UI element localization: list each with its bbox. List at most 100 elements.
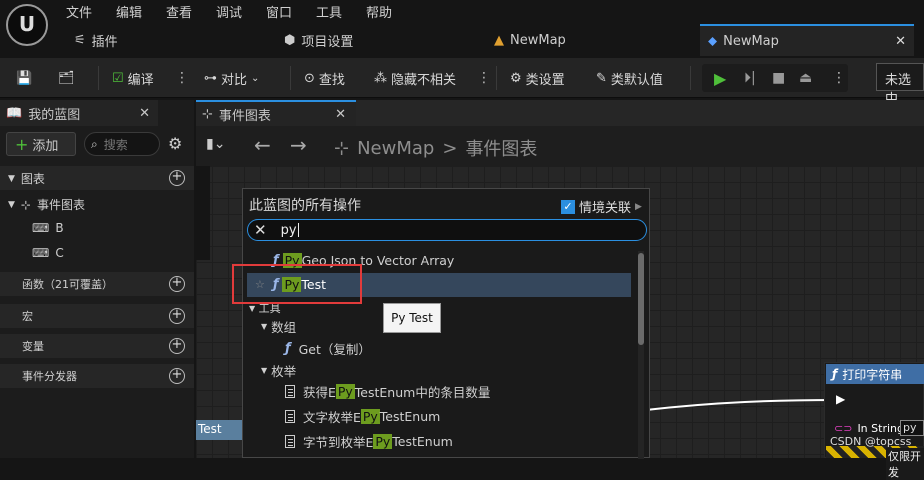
add-function-icon[interactable]: + [169, 276, 185, 292]
divider [290, 66, 291, 90]
category-array[interactable]: ▼ 数组 [261, 317, 296, 336]
close-icon[interactable]: ✕ [895, 34, 906, 49]
diff-button[interactable]: ⊶ 对比 ⌄ [204, 67, 259, 89]
plug-icon: ⚟ [74, 32, 86, 48]
debug-object-select[interactable]: 未选中 [876, 63, 924, 107]
browse-icon[interactable]: 🗂 [58, 67, 75, 89]
save-icon[interactable]: 💾 [16, 67, 32, 89]
menu-file[interactable]: 文件 [66, 2, 92, 21]
class-defaults-button[interactable]: ✎ 类默认值 [596, 67, 663, 89]
blueprint-toolbar: 💾 🗂 ☑ 编译 ⋮ ⊶ 对比 ⌄ ⊙ 查找 ⁂ 隐藏不相关 ⋮ ⚙ 类设置 ✎… [0, 58, 924, 98]
menu-debug[interactable]: 调试 [216, 2, 242, 21]
compile-button[interactable]: ☑ 编译 [112, 67, 154, 89]
my-blueprint-tab[interactable]: 📖 我的蓝图 ✕ [0, 100, 158, 126]
unreal-logo[interactable]: U [6, 4, 48, 46]
more-options-icon[interactable]: ⋮ [477, 67, 491, 89]
close-icon[interactable]: ✕ [139, 106, 150, 121]
chevron-down-icon: ⌄ [251, 72, 260, 84]
action-item-literal-enum[interactable]: 文字枚举E Py TestEnum [285, 407, 440, 426]
menu-bar: U 文件 编辑 查看 调试 窗口 工具 帮助 [0, 0, 924, 46]
pin-icon: ⊂⊃ [834, 422, 853, 435]
gear-icon[interactable]: ⚙ [168, 134, 182, 153]
keyboard-icon: ⌨ [32, 221, 50, 235]
action-item-byte-to-enum[interactable]: 字节到枚举E Py TestEnum [285, 432, 453, 451]
function-icon: ƒ [832, 367, 838, 381]
find-button[interactable]: ⊙ 查找 [304, 67, 345, 89]
scrollbar-thumb[interactable] [638, 253, 644, 345]
dev-only-label: 仅限开发 [886, 448, 924, 480]
divider [98, 66, 99, 90]
section-variables-label: 变量 [22, 340, 44, 353]
context-sensitive-toggle[interactable]: ✓ 情境关联 ▶ [561, 197, 642, 216]
section-dispatchers-label: 事件分发器 [22, 370, 77, 383]
step-icon[interactable]: ⏵| [744, 67, 756, 89]
left-node-header[interactable]: Test [196, 420, 242, 440]
chevron-right-icon: ▶ [635, 201, 642, 212]
action-menu-popup: 此蓝图的所有操作 ✓ 情境关联 ▶ ✕ py ƒ Py Geo Json to … [242, 188, 650, 459]
in-string-pin[interactable]: ⊂⊃ In String [834, 422, 904, 435]
graph-icon: ⊹ [20, 197, 31, 212]
clear-icon[interactable]: ✕ [254, 221, 267, 239]
eject-icon[interactable]: ⏏ [799, 67, 812, 89]
more-options-icon[interactable]: ⋮ [832, 67, 846, 89]
book-icon: 📖 [6, 105, 23, 121]
menu-window[interactable]: 窗口 [266, 2, 292, 21]
add-variable-icon[interactable]: + [169, 338, 185, 354]
hide-icon: ⁂ [374, 70, 387, 86]
menu-help[interactable]: 帮助 [366, 2, 392, 21]
document-icon [285, 385, 295, 398]
checkbox-checked-icon: ✓ [561, 199, 575, 214]
menu-tools[interactable]: 工具 [316, 2, 342, 21]
my-blueprint-panel: 📖 我的蓝图 ✕ + 添加 ⌕ 搜索 ⚙ ▼ 图表 + ▼ ⊹ 事件图表 ⌨ B ⌨ C … [0, 100, 194, 458]
action-tooltip: Py Test [383, 303, 441, 333]
hide-unrelated-button[interactable]: ⁂ 隐藏不相关 [374, 67, 456, 89]
stop-icon[interactable]: ■ [772, 67, 785, 89]
section-graphs-label: ▼ 图表 [8, 172, 45, 186]
add-button[interactable]: + 添加 [6, 132, 76, 156]
editor-tab-bar: ⚟ 插件 ⬢ 项目设置 ▲ NewMap ⬥ NewMap ✕ [56, 24, 924, 56]
play-icon[interactable]: ▶ [714, 67, 726, 89]
menu-view[interactable]: 查看 [166, 2, 192, 21]
settings-cube-icon: ⬢ [284, 32, 296, 48]
add-graph-icon[interactable]: + [169, 170, 185, 186]
var-item-b[interactable]: ⌨ B [32, 221, 64, 235]
binoculars-icon: ⊙ [304, 70, 315, 86]
keyboard-icon: ⌨ [32, 246, 50, 260]
more-options-icon[interactable]: ⋮ [175, 67, 189, 89]
action-item-get-copy[interactable]: ƒ Get（复制） [285, 339, 371, 358]
search-input[interactable]: ⌕ 搜索 [84, 132, 160, 156]
tree-event-graph[interactable]: ▼ ⊹ 事件图表 [8, 196, 85, 213]
popup-title: 此蓝图的所有操作 [249, 198, 361, 214]
plus-icon: + [15, 134, 29, 154]
gear-icon: ⚙ [510, 70, 522, 86]
add-dispatcher-icon[interactable]: + [169, 368, 185, 384]
category-enum[interactable]: ▼ 枚举 [261, 361, 296, 380]
selection-annotation-box [232, 264, 362, 304]
diff-icon: ⊶ [204, 70, 217, 86]
exec-pin-icon[interactable]: ▶ [836, 392, 845, 406]
divider [496, 66, 497, 90]
action-search-input[interactable]: ✕ py [247, 219, 647, 241]
tab-newmap-level[interactable]: ▲ NewMap [494, 24, 566, 56]
menu-edit[interactable]: 编辑 [116, 2, 142, 21]
class-settings-button[interactable]: ⚙ 类设置 [510, 67, 565, 89]
level-icon: ▲ [494, 32, 504, 48]
blueprint-icon: ⬥ [708, 33, 718, 49]
divider [690, 66, 691, 90]
action-item-enum-count[interactable]: 获得E Py TestEnum中的条目数量 [285, 382, 490, 401]
print-string-header: ƒ 打印字符串 [826, 364, 924, 384]
search-icon: ⌕ [91, 136, 98, 151]
add-macro-icon[interactable]: + [169, 308, 185, 324]
function-icon: ƒ [285, 341, 291, 356]
section-functions-label: 函数（21可覆盖） [22, 278, 113, 291]
tab-newmap-blueprint[interactable]: ⬥ NewMap ✕ [700, 24, 914, 56]
section-macros-label: 宏 [22, 310, 33, 323]
var-item-c[interactable]: ⌨ C [32, 246, 64, 260]
document-icon [285, 410, 295, 423]
tab-plugins[interactable]: ⚟ 插件 [74, 24, 118, 56]
tab-project-settings[interactable]: ⬢ 项目设置 [284, 24, 353, 56]
compile-check-icon: ☑ [112, 70, 124, 86]
document-icon [285, 435, 295, 448]
pencil-icon: ✎ [596, 70, 607, 86]
in-string-field[interactable]: py t [900, 420, 924, 436]
